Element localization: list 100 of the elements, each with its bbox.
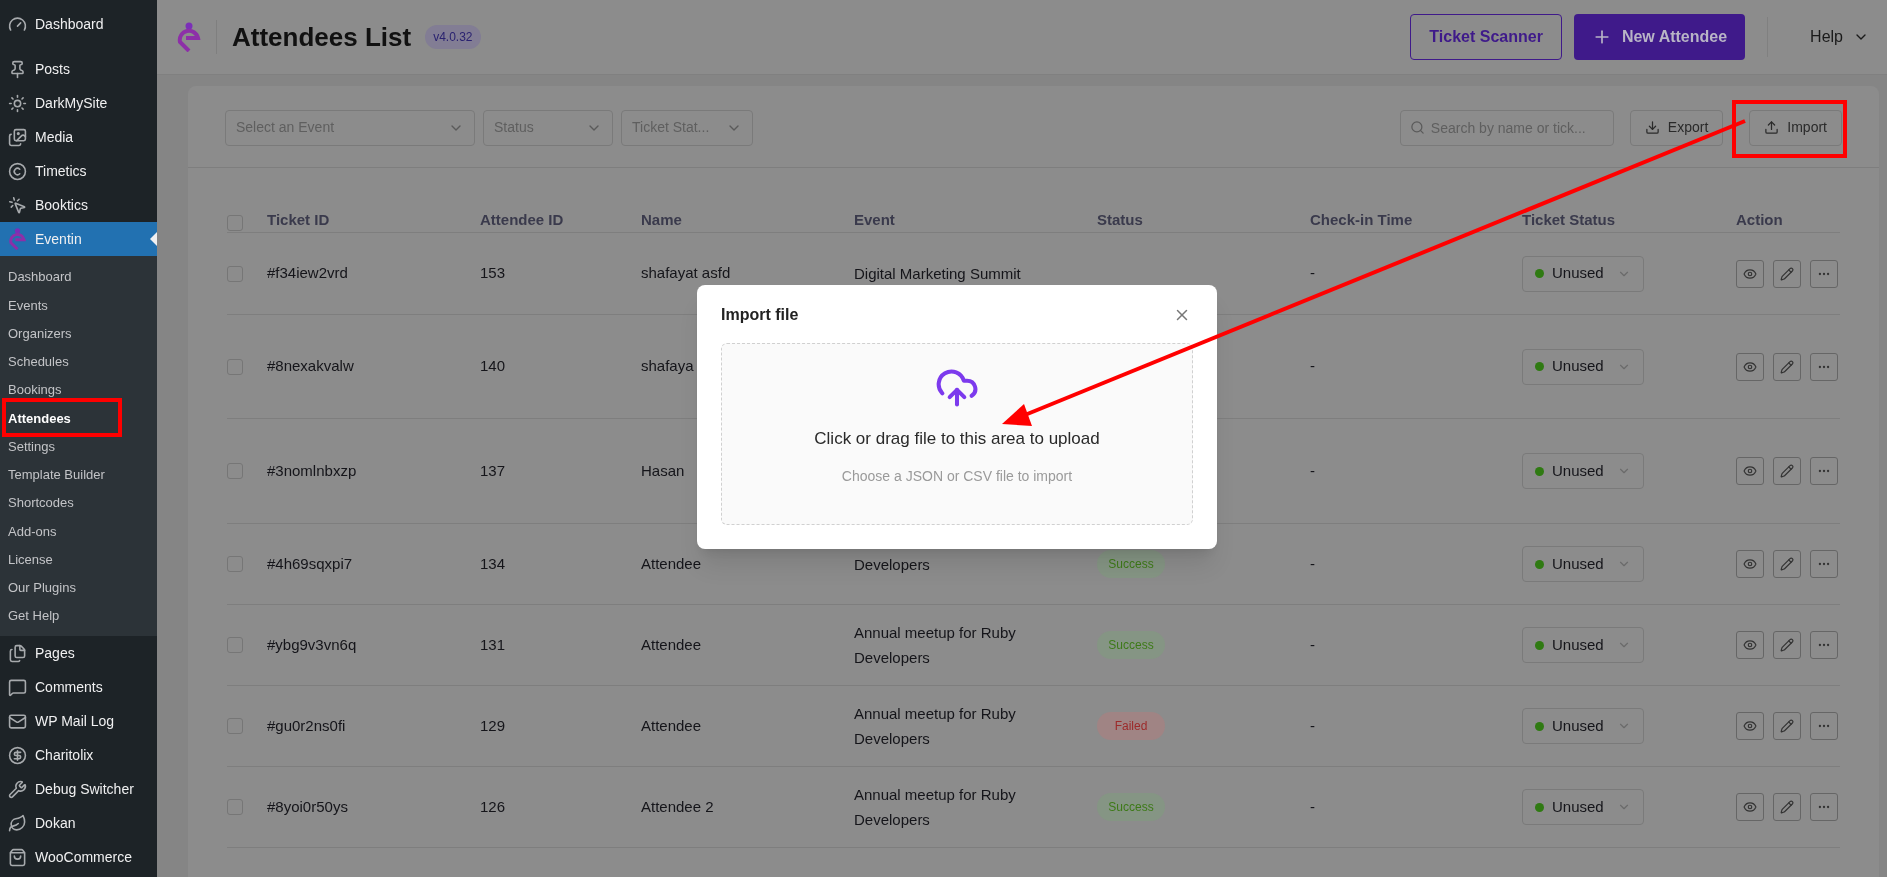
table-cell-text: #f34iew2vrd [267,263,348,284]
wrench-icon [8,779,27,799]
edit-button[interactable] [1773,259,1801,288]
gauge-icon [8,14,27,34]
ticket-status-select[interactable]: Unused [1522,255,1644,292]
more-button[interactable] [1810,457,1838,485]
status-badge: Success [1097,631,1165,659]
sidebar-item[interactable]: Eventin [0,222,157,256]
column-header: Name [641,209,682,230]
edit-button[interactable] [1773,712,1801,740]
submenu-item[interactable]: License [0,545,157,574]
column-header: Action [1736,209,1783,230]
sidebar-item[interactable]: Pages [0,636,157,671]
sidebar-item[interactable]: WooCommerce [0,840,157,875]
column-header: Ticket Status [1522,209,1616,230]
upload-hint: Choose a JSON or CSV file to import [841,466,1073,486]
export-button[interactable]: Export [1629,109,1724,146]
submenu-item[interactable]: Schedules [0,347,157,376]
column-header: Attendee ID [480,209,564,230]
view-button[interactable] [1736,550,1764,578]
table-cell-text: - [1310,715,1315,736]
submenu-item[interactable]: Bookings [0,376,157,405]
sidebar-item[interactable]: Debug Switcher [0,772,157,807]
more-button[interactable] [1810,550,1838,578]
table-cell-text: #gu0r2ns0fi [267,715,346,736]
ticket-status-select[interactable]: Unused [1522,546,1644,582]
table-cell-text: - [1310,263,1315,284]
table-cell-text: Digital Marketing Summit [854,264,1022,284]
version-badge: v4.0.32 [425,25,481,49]
new-attendee-button[interactable]: New Attendee [1573,14,1746,60]
edit-button[interactable] [1773,352,1801,381]
submenu-item[interactable]: Template Builder [0,460,157,489]
ticket-status-select[interactable]: Unused [1522,348,1644,385]
submenu-item[interactable]: Add-ons [0,517,157,546]
table-cell-text: 131 [480,634,506,655]
sidebar-item[interactable]: Timetics [0,154,157,188]
view-button[interactable] [1736,712,1764,740]
upload-icon [1764,120,1780,135]
sidebar-item[interactable]: WP Mail Log [0,704,157,739]
help-dropdown[interactable]: Help [1790,25,1887,49]
pencil-icon [1780,638,1794,652]
upload-dropzone[interactable]: Click or drag file to this area to upload Choose a JSON or CSV file to import [721,343,1193,525]
more-button[interactable] [1810,259,1838,288]
status-badge: Failed [1097,712,1165,740]
table-cell-text: 129 [480,715,506,736]
envelope-icon [8,711,27,731]
more-button[interactable] [1810,631,1838,659]
sidebar-item[interactable]: Media [0,120,157,154]
table-cell-text: Attendee 2 [641,796,714,817]
ticket-status-select[interactable]: Unused [1522,453,1644,489]
eye-icon [1743,464,1757,478]
submenu-item[interactable]: Our Plugins [0,573,157,602]
edit-button[interactable] [1773,793,1801,821]
submenu-item[interactable]: Events [0,291,157,320]
ticket-scanner-button[interactable]: Ticket Scanner [1410,14,1562,60]
sidebar-item[interactable]: Dashboard [0,7,157,41]
more-button[interactable] [1810,352,1838,381]
ticket-status-select[interactable]: Unused [1522,708,1644,744]
submenu-item[interactable]: Organizers [0,319,157,348]
view-button[interactable] [1736,631,1764,659]
view-button[interactable] [1736,793,1764,821]
submenu-item[interactable]: Settings [0,432,157,461]
sidebar-item[interactable]: Booktics [0,188,157,222]
sidebar-item[interactable]: Dokan [0,806,157,841]
more-button[interactable] [1810,712,1838,740]
table-cell-text: Attendee [641,553,702,574]
sidebar-item[interactable]: DarkMySite [0,86,157,120]
column-header: Check-in Time [1310,209,1413,230]
ticket-status-select[interactable]: Unused [1522,789,1644,825]
table-cell-text: Annual meetup for Ruby Developers [854,785,1017,830]
c-logo-icon [8,161,27,181]
table-cell-text: Annual meetup for Ruby Developers [854,704,1017,749]
submenu-item[interactable]: Get Help [0,602,157,631]
pencil-icon [1780,359,1794,374]
sidebar-item[interactable]: Charitolix [0,738,157,773]
table-cell-text: - [1310,796,1315,817]
view-button[interactable] [1736,352,1764,381]
sidebar-item[interactable]: Posts [0,52,157,86]
sidebar-item[interactable]: Comments [0,670,157,705]
edit-button[interactable] [1773,631,1801,659]
edit-button[interactable] [1773,457,1801,485]
submenu-item[interactable]: Attendees [0,404,157,433]
import-button[interactable]: Import [1749,109,1842,146]
table-cell-text: - [1310,634,1315,655]
submenu-item[interactable]: Dashboard [0,263,157,292]
table-cell-text: 126 [480,796,506,817]
table-cell-text: 134 [480,553,506,574]
table-cell-text: shafaya [641,356,694,377]
eye-icon [1743,557,1757,571]
submenu-item[interactable]: Shortcodes [0,489,157,518]
view-button[interactable] [1736,457,1764,485]
edit-button[interactable] [1773,550,1801,578]
eye-icon [1743,800,1757,814]
ticket-status-select[interactable]: Unused [1522,627,1644,663]
table-cell-text: #8nexakvalw [267,356,354,377]
pin-icon [8,59,27,79]
more-button[interactable] [1810,793,1838,821]
pencil-icon [1780,557,1794,571]
logo-icon [177,22,201,52]
view-button[interactable] [1736,259,1764,288]
